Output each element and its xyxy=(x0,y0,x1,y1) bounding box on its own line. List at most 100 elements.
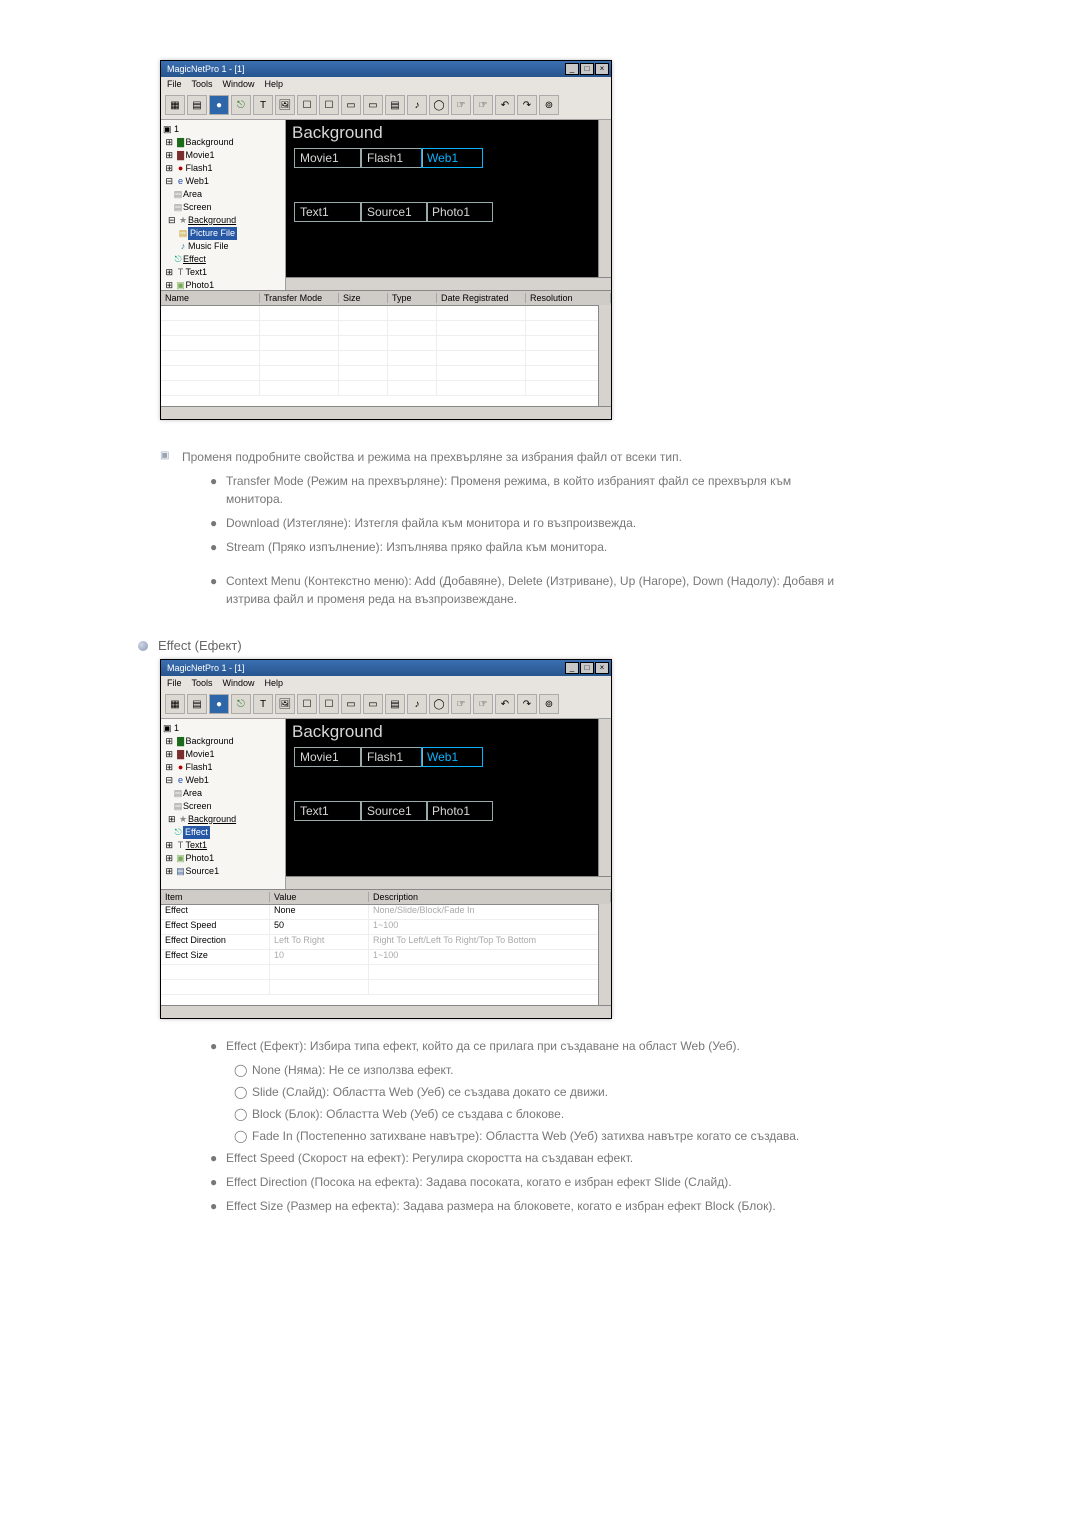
canvas[interactable]: Background Movie1 Flash1 Web1 Text1 Sour… xyxy=(286,719,611,889)
minimize-icon[interactable]: _ xyxy=(565,63,579,75)
col-res[interactable]: Resolution xyxy=(526,293,611,303)
tool-icon[interactable]: ● xyxy=(209,95,229,115)
tree-item[interactable]: Movie1 xyxy=(186,150,215,160)
menu-file[interactable]: File xyxy=(167,79,182,89)
tool-icon[interactable]: ▤ xyxy=(385,694,405,714)
table-row[interactable]: Effect None None/Slide/Block/Fade In xyxy=(161,905,611,920)
tool-icon[interactable]: ▭ xyxy=(341,694,361,714)
canvas-box-web[interactable]: Web1 xyxy=(421,747,483,767)
tree-item[interactable]: Text1 xyxy=(186,840,208,850)
tool-icon[interactable]: ☐ xyxy=(297,95,317,115)
canvas-box-text[interactable]: Text1 xyxy=(294,202,361,222)
canvas-box-web[interactable]: Web1 xyxy=(421,148,483,168)
tool-undo-icon[interactable]: ↶ xyxy=(495,95,515,115)
maximize-icon[interactable]: □ xyxy=(580,662,594,674)
tool-icon[interactable]: ☞ xyxy=(451,95,471,115)
tool-icon[interactable]: ▭ xyxy=(363,95,383,115)
canvas-box-photo[interactable]: Photo1 xyxy=(426,801,493,821)
table-row[interactable] xyxy=(161,336,611,351)
col-size[interactable]: Size xyxy=(339,293,388,303)
tool-icon[interactable]: ⎋ xyxy=(231,694,251,714)
tool-icon[interactable]: ⊚ xyxy=(539,694,559,714)
tree-item[interactable]: Flash1 xyxy=(186,762,213,772)
tree-item[interactable]: Screen xyxy=(183,202,212,212)
tree-item[interactable]: Background xyxy=(186,736,234,746)
tree-item[interactable]: Area xyxy=(183,189,202,199)
table-row[interactable] xyxy=(161,980,611,995)
menu-help[interactable]: Help xyxy=(265,79,284,89)
canvas-scroll-v[interactable] xyxy=(598,120,611,278)
tree-item[interactable]: Web1 xyxy=(186,775,209,785)
tool-icon[interactable]: ▤ xyxy=(187,694,207,714)
canvas-box-flash[interactable]: Flash1 xyxy=(361,747,423,767)
tool-redo-icon[interactable]: ↷ xyxy=(517,694,537,714)
tool-text-icon[interactable]: T xyxy=(253,95,273,115)
tool-icon[interactable]: ◯ xyxy=(429,95,449,115)
close-icon[interactable]: × xyxy=(595,662,609,674)
tree-item-selected[interactable]: Picture File xyxy=(188,227,237,240)
menu-tools[interactable]: Tools xyxy=(192,678,213,688)
col-desc[interactable]: Description xyxy=(369,892,611,902)
tool-icon[interactable]: ▭ xyxy=(363,694,383,714)
tree-root[interactable]: 1 xyxy=(174,723,179,733)
table-row[interactable] xyxy=(161,965,611,980)
menu-tools[interactable]: Tools xyxy=(192,79,213,89)
tool-icon[interactable]: 🖼 xyxy=(275,95,295,115)
tool-icon[interactable]: ▦ xyxy=(165,95,185,115)
tool-icon[interactable]: ☐ xyxy=(319,95,339,115)
canvas-scroll-h[interactable] xyxy=(286,277,611,290)
col-value[interactable]: Value xyxy=(270,892,369,902)
table-row[interactable]: Effect Size 10 1~100 xyxy=(161,950,611,965)
tree-item[interactable]: Movie1 xyxy=(186,749,215,759)
tool-icon[interactable]: ◯ xyxy=(429,694,449,714)
menu-file[interactable]: File xyxy=(167,678,182,688)
table-row[interactable]: Effect Speed 50 1~100 xyxy=(161,920,611,935)
col-item[interactable]: Item xyxy=(161,892,270,902)
tree-item[interactable]: Background xyxy=(188,814,236,824)
col-mode[interactable]: Transfer Mode xyxy=(260,293,339,303)
tree-item[interactable]: Background xyxy=(188,215,236,225)
tool-icon[interactable]: ♪ xyxy=(407,694,427,714)
tool-icon[interactable]: ☞ xyxy=(473,95,493,115)
table-scroll-v[interactable] xyxy=(598,305,611,407)
maximize-icon[interactable]: □ xyxy=(580,63,594,75)
tool-icon[interactable]: ⊚ xyxy=(539,95,559,115)
tree-item[interactable]: Flash1 xyxy=(186,163,213,173)
tree-item[interactable]: Effect xyxy=(183,254,206,264)
col-type[interactable]: Type xyxy=(388,293,437,303)
tree-item[interactable]: Photo1 xyxy=(186,280,215,290)
tool-icon[interactable]: ▤ xyxy=(385,95,405,115)
tool-undo-icon[interactable]: ↶ xyxy=(495,694,515,714)
tree-item[interactable]: Area xyxy=(183,788,202,798)
table-row[interactable] xyxy=(161,321,611,336)
tool-icon[interactable]: ▤ xyxy=(187,95,207,115)
col-name[interactable]: Name xyxy=(161,293,260,303)
table-row[interactable] xyxy=(161,306,611,321)
tree-item[interactable]: Web1 xyxy=(186,176,209,186)
tool-text-icon[interactable]: T xyxy=(253,694,273,714)
menu-window[interactable]: Window xyxy=(223,678,255,688)
canvas-box-text[interactable]: Text1 xyxy=(294,801,361,821)
tree-item[interactable]: Source1 xyxy=(186,866,220,876)
tree-item[interactable]: Photo1 xyxy=(186,853,215,863)
col-date[interactable]: Date Registrated xyxy=(437,293,526,303)
tool-icon[interactable]: ♪ xyxy=(407,95,427,115)
canvas-box-flash[interactable]: Flash1 xyxy=(361,148,423,168)
canvas-box-source[interactable]: Source1 xyxy=(361,202,428,222)
tool-redo-icon[interactable]: ↷ xyxy=(517,95,537,115)
table-scroll-v[interactable] xyxy=(598,904,611,1006)
menu-window[interactable]: Window xyxy=(223,79,255,89)
canvas-box-photo[interactable]: Photo1 xyxy=(426,202,493,222)
side-tree[interactable]: ▣ 1 ⊞ ▇Background ⊞ ▇Movie1 ⊞ ●Flash1 ⊟ … xyxy=(161,120,286,290)
table-row[interactable]: Effect Direction Left To Right Right To … xyxy=(161,935,611,950)
canvas-box-movie[interactable]: Movie1 xyxy=(294,747,361,767)
tool-icon[interactable]: ▦ xyxy=(165,694,185,714)
tree-item[interactable]: Music File xyxy=(188,241,229,251)
side-tree[interactable]: ▣ 1 ⊞ ▇Background ⊞ ▇Movie1 ⊞ ●Flash1 ⊟ … xyxy=(161,719,286,889)
tree-item[interactable]: Text1 xyxy=(186,267,208,277)
table-row[interactable] xyxy=(161,381,611,396)
tool-icon[interactable]: ☞ xyxy=(451,694,471,714)
tree-item[interactable]: Background xyxy=(186,137,234,147)
tool-icon[interactable]: 🖼 xyxy=(275,694,295,714)
table-scroll-h[interactable] xyxy=(161,1005,611,1018)
